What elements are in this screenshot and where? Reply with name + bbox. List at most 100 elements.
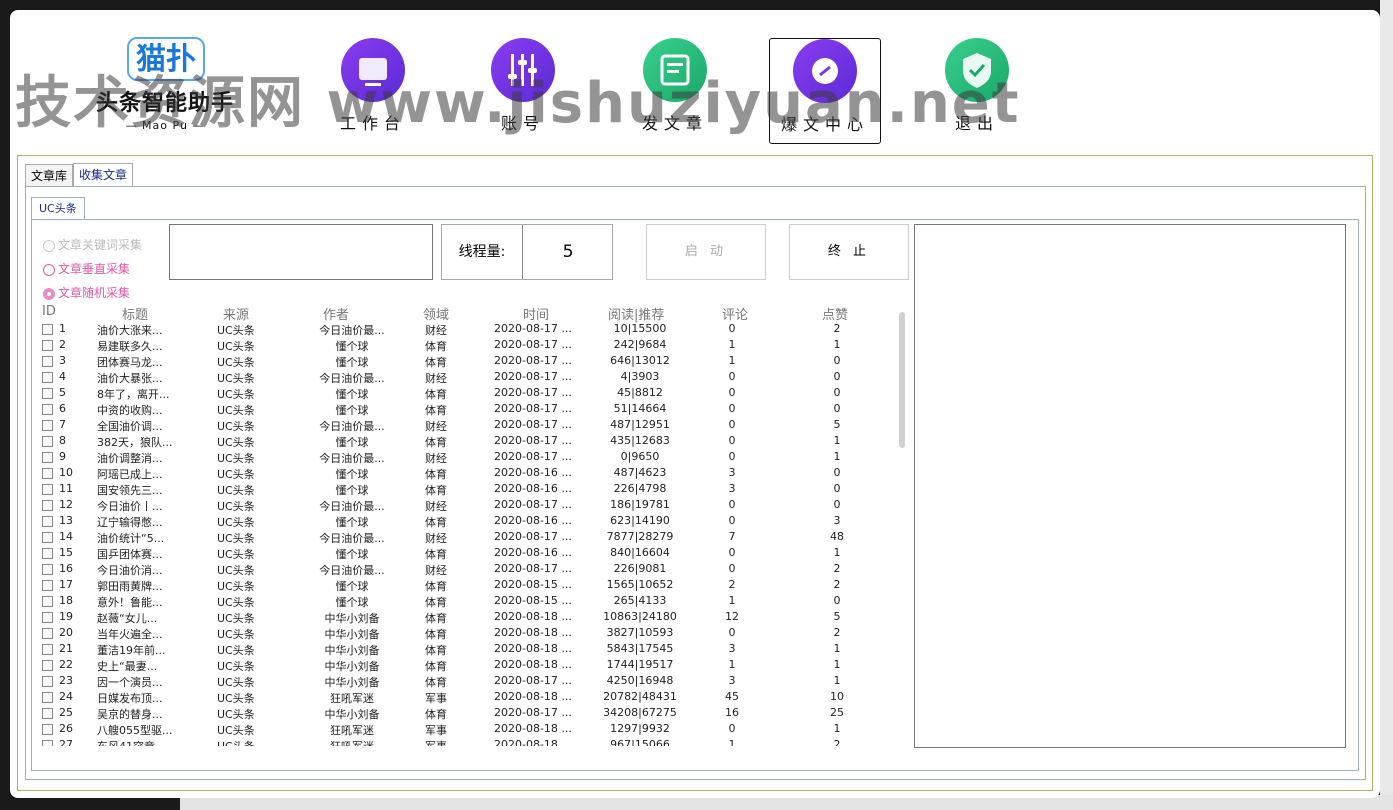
row-checkbox[interactable] [42, 484, 53, 495]
table-row[interactable]: 9 油价调整消... UC头条 今日油价最... 财经 2020-08-17 ... 0|9… [32, 450, 902, 466]
table-row[interactable]: 16 今日油价消... UC头条 今日油价最... 财经 2020-08-17 ... 22… [32, 562, 902, 578]
logo-subtitle: — Mao Pu — [125, 119, 205, 132]
cell-title: 中资的收购... [97, 404, 163, 417]
row-checkbox[interactable] [42, 436, 53, 447]
table-row[interactable]: 3 团体赛马龙... UC头条 懂个球 体育 2020-08-17 ... 646|1301… [32, 354, 902, 370]
row-checkbox[interactable] [42, 532, 53, 543]
table-row[interactable]: 22 史上“最妻... UC头条 中华小刘备 体育 2020-08-18 ... 1744|… [32, 658, 902, 674]
cell-title: 团体赛马龙... [97, 356, 163, 369]
table-row[interactable]: 26 八艘055型驱... UC头条 狂吼军迷 军事 2020-08-18 ... 1297… [32, 722, 902, 738]
cell-domain: 财经 [425, 372, 447, 385]
cell-source: UC头条 [217, 596, 255, 609]
table-row[interactable]: 19 赵薇“女儿... UC头条 中华小刘备 体育 2020-08-18 ... 10863… [32, 610, 902, 626]
row-checkbox[interactable] [42, 372, 53, 383]
log-output-area[interactable] [914, 224, 1346, 748]
row-checkbox[interactable] [42, 468, 53, 479]
table-row[interactable]: 13 辽宁输得憋... UC头条 懂个球 体育 2020-08-16 ... 623|141… [32, 514, 902, 530]
cell-comments: 45 [725, 690, 739, 703]
scrollbar-thumb[interactable] [899, 312, 905, 448]
cell-title: 意外！鲁能... [97, 596, 163, 609]
cell-read-recommend: 1565|10652 [606, 578, 674, 591]
row-checkbox[interactable] [42, 580, 53, 591]
row-checkbox[interactable] [42, 740, 53, 746]
cell-author: 中华小刘备 [324, 628, 380, 641]
cell-time: 2020-08-15 ... [494, 578, 572, 591]
cell-id: 18 [59, 594, 73, 607]
row-checkbox[interactable] [42, 644, 53, 655]
row-checkbox[interactable] [42, 564, 53, 575]
row-checkbox[interactable] [42, 404, 53, 415]
tab-collect-articles[interactable]: 收集文章 [73, 163, 134, 186]
table-row[interactable]: 11 国安领先三... UC头条 懂个球 体育 2020-08-16 ... 226|479… [32, 482, 902, 498]
cell-read-recommend: 45|8812 [617, 386, 663, 399]
row-checkbox[interactable] [42, 612, 53, 623]
table-row[interactable]: 4 油价大暴张... UC头条 今日油价最... 财经 2020-08-17 ... 4|3… [32, 370, 902, 386]
tab-uc-toutiao[interactable]: UC头条 [31, 197, 85, 219]
nav-workbench[interactable]: 工作台 [328, 38, 418, 142]
table-row[interactable]: 12 今日油价丨... UC头条 今日油价最... 财经 2020-08-17 ... 18… [32, 498, 902, 514]
table-row[interactable]: 18 意外！鲁能... UC头条 懂个球 体育 2020-08-15 ... 265|413… [32, 594, 902, 610]
row-checkbox[interactable] [42, 516, 53, 527]
table-row[interactable]: 20 当年火遍全... UC头条 中华小刘备 体育 2020-08-18 ... 3827|… [32, 626, 902, 642]
row-checkbox[interactable] [42, 356, 53, 367]
cell-time: 2020-08-16 ... [494, 546, 572, 559]
nav-account[interactable]: 账号 [478, 38, 568, 142]
cell-id: 4 [59, 370, 66, 383]
cell-author: 懂个球 [335, 516, 369, 529]
cell-likes: 0 [833, 370, 841, 383]
row-checkbox[interactable] [42, 724, 53, 735]
table-row[interactable]: 23 因一个演员... UC头条 中华小刘备 体育 2020-08-17 ... 4250|… [32, 674, 902, 690]
cell-time: 2020-08-17 ... [494, 418, 572, 431]
row-checkbox[interactable] [42, 692, 53, 703]
row-checkbox[interactable] [42, 708, 53, 719]
table-scrollbar[interactable] [897, 302, 907, 746]
cell-domain: 财经 [425, 452, 447, 465]
nav-publish[interactable]: 发文章 [630, 38, 720, 142]
row-checkbox[interactable] [42, 676, 53, 687]
row-checkbox[interactable] [42, 548, 53, 559]
table-row[interactable]: 15 国乒团体赛... UC头条 懂个球 体育 2020-08-16 ... 840|166… [32, 546, 902, 562]
table-row[interactable]: 5 8年了，离开... UC头条 懂个球 体育 2020-08-17 ... 45|8812… [32, 386, 902, 402]
row-checkbox[interactable] [42, 596, 53, 607]
table-row[interactable]: 8 382天，狼队... UC头条 懂个球 体育 2020-08-17 ... 435|12… [32, 434, 902, 450]
table-row[interactable]: 6 中资的收购... UC头条 懂个球 体育 2020-08-17 ... 51|14664… [32, 402, 902, 418]
cell-author: 今日油价最... [319, 564, 385, 577]
cell-source: UC头条 [217, 644, 255, 657]
stop-button[interactable]: 终 止 [789, 224, 909, 280]
tab-article-library[interactable]: 文章库 [25, 164, 74, 186]
row-checkbox[interactable] [42, 452, 53, 463]
start-button[interactable]: 启 动 [646, 224, 766, 280]
cell-source: UC头条 [217, 612, 255, 625]
radio-random-collect[interactable]: 文章随机采集 [43, 284, 130, 302]
row-checkbox[interactable] [42, 660, 53, 671]
cell-read-recommend: 840|16604 [610, 546, 670, 559]
cell-id: 2 [59, 338, 66, 351]
table-row[interactable]: 21 董洁19年前... UC头条 中华小刘备 体育 2020-08-18 ... 5843… [32, 642, 902, 658]
row-checkbox[interactable] [42, 388, 53, 399]
table-row[interactable]: 7 全国油价调... UC头条 今日油价最... 财经 2020-08-17 ... 487… [32, 418, 902, 434]
table-row[interactable]: 24 日媒发布顶... UC头条 狂吼军迷 军事 2020-08-18 ... 20782|… [32, 690, 902, 706]
cell-time: 2020-08-17 ... [494, 706, 572, 719]
radio-vertical-collect[interactable]: 文章垂直采集 [43, 260, 130, 278]
cell-comments: 16 [725, 706, 739, 719]
row-checkbox[interactable] [42, 324, 53, 335]
table-row[interactable]: 14 油价统计“5... UC头条 今日油价最... 财经 2020-08-17 ... 7… [32, 530, 902, 546]
article-table: 1 油价大涨来... UC头条 今日油价最... 财经 2020-08-17 ... 10|… [32, 322, 902, 746]
table-row[interactable]: 17 郭田雨黄牌... UC头条 懂个球 体育 2020-08-15 ... 1565|10… [32, 578, 902, 594]
nav-logout[interactable]: 退出 [932, 38, 1022, 142]
table-row[interactable]: 2 易建联多久... UC头条 懂个球 体育 2020-08-17 ... 242|9684… [32, 338, 902, 354]
cell-read-recommend: 5843|17545 [606, 642, 674, 655]
row-checkbox[interactable] [42, 340, 53, 351]
radio-keyword-collect[interactable]: 文章关键词采集 [43, 236, 142, 254]
nav-hot-articles[interactable]: 爆文中心 [769, 38, 881, 144]
keyword-input[interactable] [169, 224, 433, 280]
table-row[interactable]: 25 吴京的替身... UC头条 中华小刘备 体育 2020-08-17 ... 34208… [32, 706, 902, 722]
table-row[interactable]: 1 油价大涨来... UC头条 今日油价最... 财经 2020-08-17 ... 10|… [32, 322, 902, 338]
row-checkbox[interactable] [42, 628, 53, 639]
thread-count-input[interactable]: 5 [523, 225, 613, 279]
table-row[interactable]: 27 东风41突竟... UC头条 狂吼军迷 军事 2020-08-18 ... 967|1… [32, 738, 902, 746]
table-row[interactable]: 10 阿瑶已成上... UC头条 懂个球 体育 2020-08-16 ... 487|462… [32, 466, 902, 482]
row-checkbox[interactable] [42, 500, 53, 511]
cell-source: UC头条 [217, 436, 255, 449]
row-checkbox[interactable] [42, 420, 53, 431]
